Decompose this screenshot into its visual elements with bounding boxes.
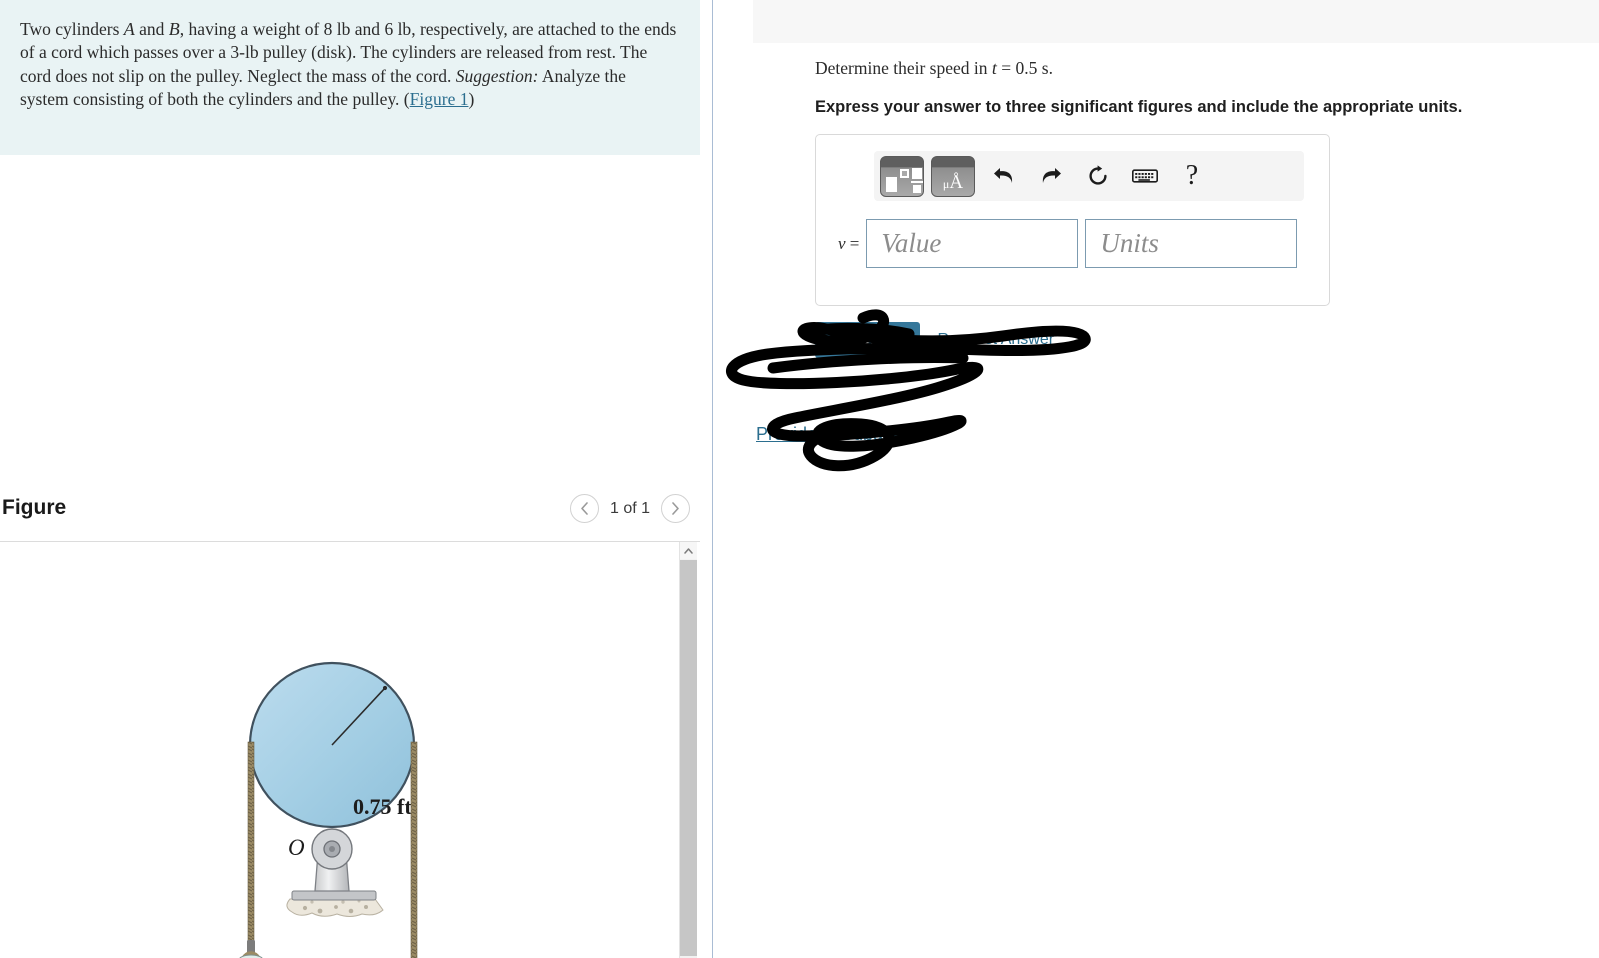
right-panel: Part A Determine their speed in t = 0.5 … [713,0,1599,958]
weight-b-value: 6 lb [384,19,412,39]
cylinder-b-variable: B [168,19,180,39]
figure-title: Figure [2,496,67,519]
units-input[interactable] [1085,219,1298,268]
help-icon[interactable]: ? [1170,156,1214,197]
part-label: Part A [815,0,870,6]
units-glyph: μÅ [932,173,974,194]
template-box-2 [900,168,909,178]
undo-arrow-glyph [994,168,1013,183]
aggregate-dot [364,905,368,909]
page-root: Two cylinders A and B, having a weight o… [0,0,1599,958]
answer-value-row: v = [816,219,1329,268]
caret-up-icon [684,547,693,554]
units-icon[interactable]: μÅ [931,155,975,197]
aggregate-dot [348,908,354,914]
answer-instruction: Express your answer to three significant… [815,98,1463,116]
problem-text-p8: ) [468,89,475,110]
math-toolbar: μÅ ? [874,151,1304,201]
cylinder-a-variable: A [123,19,135,39]
mount-base-plate [291,890,377,901]
question-prefix: Determine their speed in [815,58,992,78]
aggregate-dot [317,908,323,914]
question-prompt: Determine their speed in t = 0.5 s. [815,58,1053,79]
aggregate-dot [310,900,314,904]
chevron-left-icon [581,502,588,515]
figure-next-button[interactable] [661,494,690,523]
value-input[interactable] [866,219,1079,268]
problem-text-p1: Two cylinders [20,19,124,39]
provide-feedback-link[interactable]: Provide Feedback [756,424,901,445]
units-angstrom-symbol: Å [949,171,964,193]
problem-statement-box: Two cylinders A and B, having a weight o… [0,0,700,155]
template-box-3 [912,167,922,179]
left-panel: Two cylinders A and B, having a weight o… [0,0,712,958]
pulley-system-diagram: 0.75 ft O B [239,661,418,958]
template-bar [911,180,923,183]
figure-viewport: 0.75 ft O B [0,542,700,958]
answer-variable-label: v = [838,234,859,254]
aggregate-dot [341,900,345,904]
request-answer-link[interactable]: Request Answer [938,331,1055,349]
keyboard-glyph [1132,169,1158,183]
equals-symbol: = [845,233,860,253]
template-box-4 [913,184,921,193]
figure-counter: 1 of 1 [609,499,651,517]
redo-arrow-glyph [1042,168,1061,183]
reset-circle-glyph [1089,165,1107,185]
pulley-radius-label: 0.75 ft [353,794,412,819]
part-header-bar: Part A [753,0,1599,43]
suggestion-label: Suggestion: [455,65,539,86]
figure-header: Figure 1 of 1 [0,486,700,542]
submit-row: Submit Request Answer [815,322,1054,358]
pulley-center-label: O [288,835,305,860]
chevron-right-icon [672,502,679,515]
undo-icon[interactable] [982,156,1026,197]
reset-icon[interactable] [1076,156,1120,197]
template-icon[interactable] [880,155,924,197]
submit-button[interactable]: Submit [815,322,920,358]
redo-icon[interactable] [1029,156,1073,197]
figure-prev-button[interactable] [570,494,599,523]
problem-statement-text: Two cylinders A and B, having a weight o… [20,18,678,112]
figure-scrollbar[interactable] [679,542,697,958]
velocity-symbol: v [838,233,846,253]
question-value: = 0.5 s. [996,58,1053,78]
keyboard-icon[interactable] [1123,156,1167,197]
cord-right-segment [410,741,418,958]
answer-entry-card: μÅ ? v = Value Units [815,134,1330,306]
problem-text-p3: , having a weight of [179,19,324,39]
aggregate-dot [302,905,308,911]
weight-a-value: 8 lb [323,19,351,39]
figure-navigation: 1 of 1 [570,494,690,523]
problem-text-p2: and [134,19,169,39]
template-box-1 [886,176,897,192]
scribble-annotation [725,309,1091,472]
scrollbar-thumb[interactable] [680,560,697,956]
radius-arrow-tip [382,685,388,691]
pulley-weight-value: 3-lb [230,42,259,63]
problem-text-p4: and [350,19,385,39]
cord-left-segment [247,741,255,943]
axle-center [329,846,335,852]
scroll-up-arrow-button[interactable] [680,542,697,559]
aggregate-dot [334,905,338,909]
help-question-mark: ? [1185,160,1199,191]
figure-1-link[interactable]: Figure 1 [410,89,469,109]
